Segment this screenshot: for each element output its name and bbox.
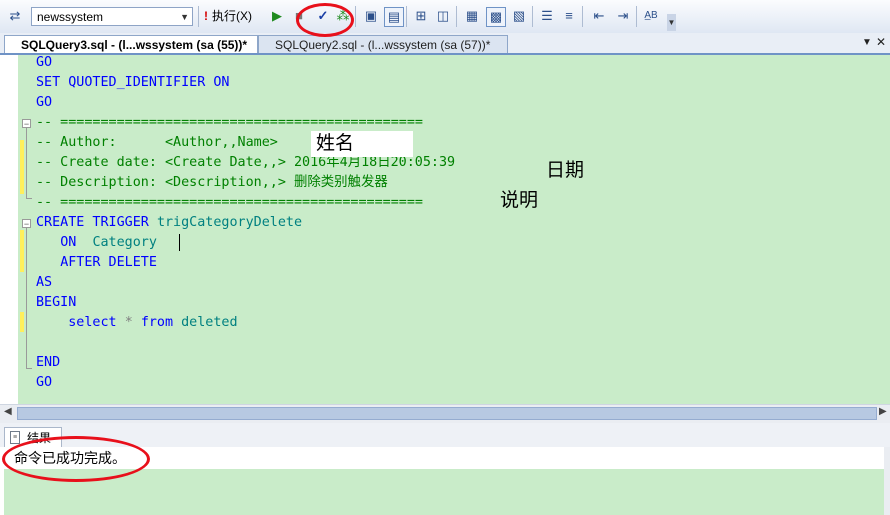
- toolbar-overflow-icon[interactable]: ▼: [667, 14, 676, 31]
- outline-guide: [26, 128, 27, 198]
- code-line: ON Category: [60, 235, 157, 250]
- date-annotation: 日期: [546, 160, 585, 181]
- execute-label: 执行(X): [212, 9, 252, 23]
- toolbar-separator: [198, 6, 199, 27]
- change-marker: [20, 230, 24, 272]
- chevron-down-icon: ▼: [180, 12, 189, 22]
- collapse-region-icon[interactable]: −: [22, 119, 31, 129]
- code-line: GO: [36, 95, 53, 110]
- sql-editor-toolbar: ⇄ newssystem ▼ ! 执行(X) ▶ ■ ✓ ⁂ ▣ ▤ ⊞ ◫ ▦ …: [0, 0, 890, 34]
- scrollbar-thumb[interactable]: [17, 407, 877, 420]
- database-select-value: newssystem: [37, 10, 104, 24]
- toolbar-separator: [355, 6, 356, 27]
- query-editor[interactable]: − − GO SET QUOTED_IDENTIFIER ON GO -- ==…: [0, 55, 890, 404]
- text-caret: [179, 234, 180, 251]
- query-options-icon[interactable]: ▤: [384, 7, 404, 27]
- scroll-left-icon[interactable]: ◀: [4, 406, 12, 417]
- close-icon[interactable]: ✕: [876, 35, 886, 49]
- execute-button[interactable]: ! 执行(X): [204, 7, 252, 26]
- tab-label: SQLQuery3.sql - (l...wssystem (sa (55))*: [21, 38, 248, 52]
- outline-guide: [26, 368, 32, 369]
- horizontal-scrollbar[interactable]: ◀ ▶: [0, 404, 890, 423]
- code-line: AFTER DELETE: [60, 255, 157, 270]
- toolbar-separator: [582, 6, 583, 27]
- execute-icon: !: [204, 9, 208, 23]
- tab-sqlquery2[interactable]: SQLQuery2.sql - (l...wssystem (sa (57))*: [258, 35, 508, 53]
- outline-guide: [26, 228, 27, 368]
- parse-button-highlight-ring: [296, 3, 354, 37]
- document-icon: ≡: [10, 431, 20, 444]
- change-connection-icon[interactable]: ⇄: [6, 7, 24, 25]
- code-line: BEGIN: [36, 295, 77, 310]
- client-stats-icon[interactable]: ▦: [463, 7, 481, 25]
- description-annotation: 说明: [500, 190, 539, 211]
- code-line: SET QUOTED_IDENTIFIER ON: [36, 75, 230, 90]
- debug-play-icon[interactable]: ▶: [268, 7, 286, 25]
- specify-values-icon[interactable]: A̲B: [642, 7, 660, 25]
- actual-plan-icon[interactable]: ◫: [434, 7, 452, 25]
- toolbar-separator: [636, 6, 637, 27]
- code-line: AS: [36, 275, 53, 290]
- collapse-region-icon[interactable]: −: [22, 219, 31, 229]
- intellisense-icon[interactable]: ⊞: [412, 7, 430, 25]
- results-body: [4, 469, 884, 515]
- uncomment-lines-icon[interactable]: ≡: [560, 7, 578, 25]
- code-line: -- Author: <Author,,Name>: [36, 135, 278, 150]
- code-line: GO: [36, 375, 53, 390]
- toolbar-separator: [406, 6, 407, 27]
- scroll-right-icon[interactable]: ▶: [879, 406, 887, 417]
- results-to-grid-icon[interactable]: ▩: [486, 7, 506, 27]
- author-annotation: 姓名: [316, 133, 355, 154]
- outline-guide: [26, 198, 32, 199]
- message-highlight-ring: [2, 436, 150, 482]
- tab-list-dropdown-icon[interactable]: ▼: [862, 37, 872, 48]
- toolbar-separator: [532, 6, 533, 27]
- toolbar-separator: [456, 6, 457, 27]
- query-designer-icon[interactable]: ▣: [362, 7, 380, 25]
- code-line: select * from deleted: [68, 315, 238, 330]
- results-header: ≡ 结果: [0, 423, 890, 447]
- tab-sqlquery3[interactable]: SQLQuery3.sql - (l...wssystem (sa (55))*: [4, 35, 258, 53]
- tab-label: SQLQuery2.sql - (l...wssystem (sa (57))*: [275, 38, 491, 52]
- change-marker: [20, 312, 24, 332]
- code-line: -- =====================================…: [36, 115, 423, 130]
- increase-indent-icon[interactable]: ⇥: [614, 7, 632, 25]
- decrease-indent-icon[interactable]: ⇤: [590, 7, 608, 25]
- code-line: -- =====================================…: [36, 195, 423, 210]
- change-marker: [20, 140, 24, 194]
- code-line: -- Description: <Description,,> 删除类别触发器: [36, 175, 388, 190]
- code-line: END: [36, 355, 61, 370]
- results-to-file-icon[interactable]: ▧: [510, 7, 528, 25]
- editor-gutter: [0, 55, 18, 404]
- document-tabs: SQLQuery3.sql - (l...wssystem (sa (55))*…: [0, 33, 890, 55]
- vertical-scrollbar[interactable]: [884, 447, 890, 515]
- comment-lines-icon[interactable]: ☰: [538, 7, 556, 25]
- database-select[interactable]: newssystem ▼: [31, 7, 193, 26]
- code-line: GO: [36, 55, 53, 70]
- code-line: CREATE TRIGGER trigCategoryDelete: [36, 215, 303, 230]
